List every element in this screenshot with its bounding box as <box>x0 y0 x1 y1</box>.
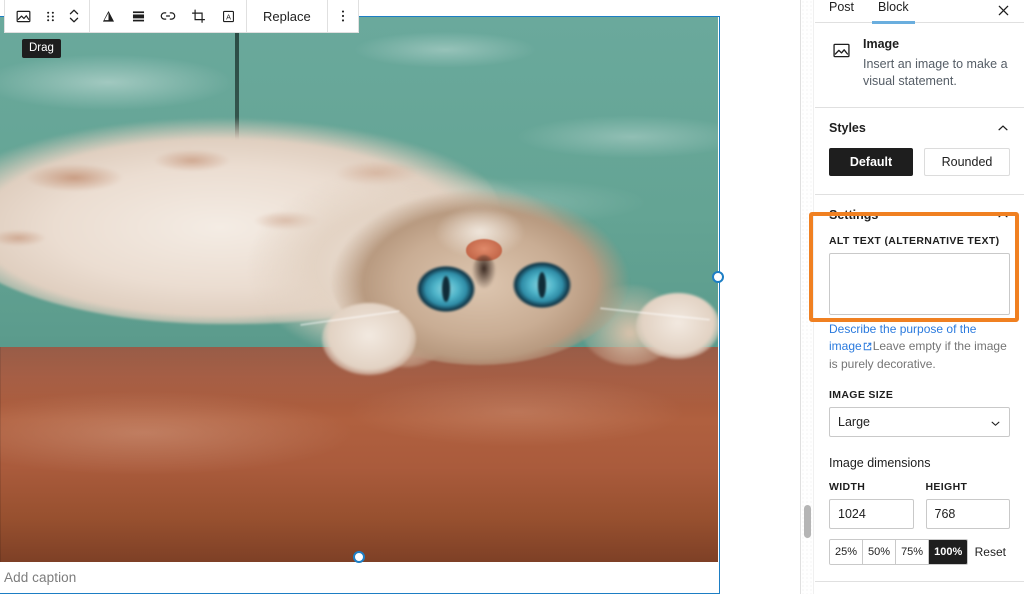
link-button[interactable] <box>153 1 183 32</box>
alt-text-input[interactable] <box>829 252 1010 315</box>
drag-handle-icon <box>43 9 58 24</box>
settings-section-header[interactable]: Settings <box>815 195 1024 235</box>
add-text-over-image-icon: A <box>220 8 237 25</box>
align-button[interactable] <box>93 1 123 32</box>
wordpress-block-editor: Add caption A Replace Drag Post Block Im… <box>0 0 1024 594</box>
replace-button[interactable]: Replace <box>250 1 324 32</box>
width-label: WIDTH <box>829 480 866 493</box>
height-label: HEIGHT <box>925 480 968 493</box>
add-text-over-image-button[interactable]: A <box>213 1 243 32</box>
scale-buttons: 25% 50% 75% 100% <box>829 538 969 565</box>
image-icon <box>829 38 853 62</box>
block-description: Insert an image to make a visual stateme… <box>863 57 1008 89</box>
align-full-width-icon <box>130 8 147 25</box>
alt-text-label: ALT TEXT (ALTERNATIVE TEXT) <box>829 234 1000 247</box>
chevron-up-icon <box>996 121 1010 135</box>
sidebar-tabs: Post Block <box>815 0 1024 24</box>
block-type-button[interactable] <box>8 1 38 32</box>
photo-floor <box>0 347 718 562</box>
chevron-down-icon <box>989 417 1002 430</box>
cat-paw-right <box>636 293 718 359</box>
align-full-width-button[interactable] <box>123 1 153 32</box>
close-icon <box>997 4 1010 17</box>
sidebar-scrollbar[interactable] <box>801 0 814 594</box>
tab-block[interactable]: Block <box>872 0 915 24</box>
width-col: WIDTH <box>829 481 914 529</box>
cat-pupil-right <box>538 272 546 298</box>
toolbar-group-more <box>328 0 358 32</box>
cat-pupil-left <box>442 276 450 302</box>
image-preview[interactable] <box>0 17 718 562</box>
toolbar-group-block <box>5 0 90 32</box>
caption-placeholder: Add caption <box>4 570 77 585</box>
editor-canvas: Add caption A Replace Drag <box>0 0 800 594</box>
block-title: Image <box>863 37 900 51</box>
styles-options: Default Rounded <box>815 147 1024 195</box>
resize-handle-right[interactable] <box>712 271 724 283</box>
image-size-select[interactable]: Large <box>829 406 1010 437</box>
resize-handle-bottom[interactable] <box>353 551 365 563</box>
external-link-icon <box>863 339 872 356</box>
block-settings-sidebar: Post Block Image Insert an image to make… <box>800 0 1024 594</box>
cat-mouth <box>472 255 496 289</box>
toolbar-group-replace: Replace <box>247 0 328 32</box>
tab-post[interactable]: Post <box>829 0 854 23</box>
styles-title: Styles <box>829 120 866 135</box>
toolbar-group-format: A <box>90 0 247 32</box>
link-icon <box>159 7 177 25</box>
scrollbar-thumb[interactable] <box>804 505 811 538</box>
block-toolbar: A Replace <box>4 0 359 33</box>
crop-icon <box>190 8 207 25</box>
reset-dimensions-button[interactable]: Reset <box>975 545 1010 559</box>
style-option-rounded[interactable]: Rounded <box>924 147 1010 176</box>
image-block[interactable]: Add caption <box>0 16 720 594</box>
border-section-header: Border <box>815 582 1024 594</box>
scale-row: 25% 50% 75% 100% Reset <box>815 538 1024 565</box>
height-input[interactable] <box>925 498 1010 529</box>
close-sidebar-button[interactable] <box>992 0 1014 21</box>
drag-tooltip: Drag <box>22 39 61 58</box>
scale-50-button[interactable]: 50% <box>863 539 897 564</box>
width-input[interactable] <box>829 498 914 529</box>
sidebar-content: Post Block Image Insert an image to make… <box>809 0 1024 594</box>
height-col: HEIGHT <box>925 480 1010 529</box>
image-size-value: Large <box>838 414 870 429</box>
more-options-icon <box>336 8 350 24</box>
scale-100-button[interactable]: 100% <box>929 539 968 564</box>
move-up-down-button[interactable] <box>62 1 86 32</box>
svg-text:A: A <box>226 12 231 21</box>
image-caption[interactable]: Add caption <box>0 562 718 593</box>
image-icon <box>14 7 33 26</box>
image-dimensions-label: Image dimensions <box>829 455 931 470</box>
scale-25-button[interactable]: 25% <box>830 539 864 564</box>
more-options-button[interactable] <box>331 1 355 32</box>
dimension-inputs: WIDTH HEIGHT <box>815 481 1024 529</box>
image-size-field: IMAGE SIZE Large <box>815 389 1024 437</box>
chevron-up-icon <box>996 208 1010 222</box>
style-option-default[interactable]: Default <box>829 147 913 176</box>
styles-section-header[interactable]: Styles <box>815 108 1024 148</box>
alt-text-help: Describe the purpose of the image Leave … <box>829 321 1010 373</box>
move-up-down-icon <box>67 7 81 25</box>
crop-button[interactable] <box>183 1 213 32</box>
image-size-label: IMAGE SIZE <box>829 388 894 401</box>
scale-75-button[interactable]: 75% <box>896 539 930 564</box>
drag-handle-button[interactable] <box>38 1 62 32</box>
block-info-card: Image Insert an image to make a visual s… <box>815 23 1024 108</box>
align-icon <box>100 8 117 25</box>
alt-text-field: ALT TEXT (ALTERNATIVE TEXT) Describe the… <box>815 235 1024 373</box>
block-info-text: Image Insert an image to make a visual s… <box>863 37 1010 91</box>
settings-title: Settings <box>829 207 879 222</box>
